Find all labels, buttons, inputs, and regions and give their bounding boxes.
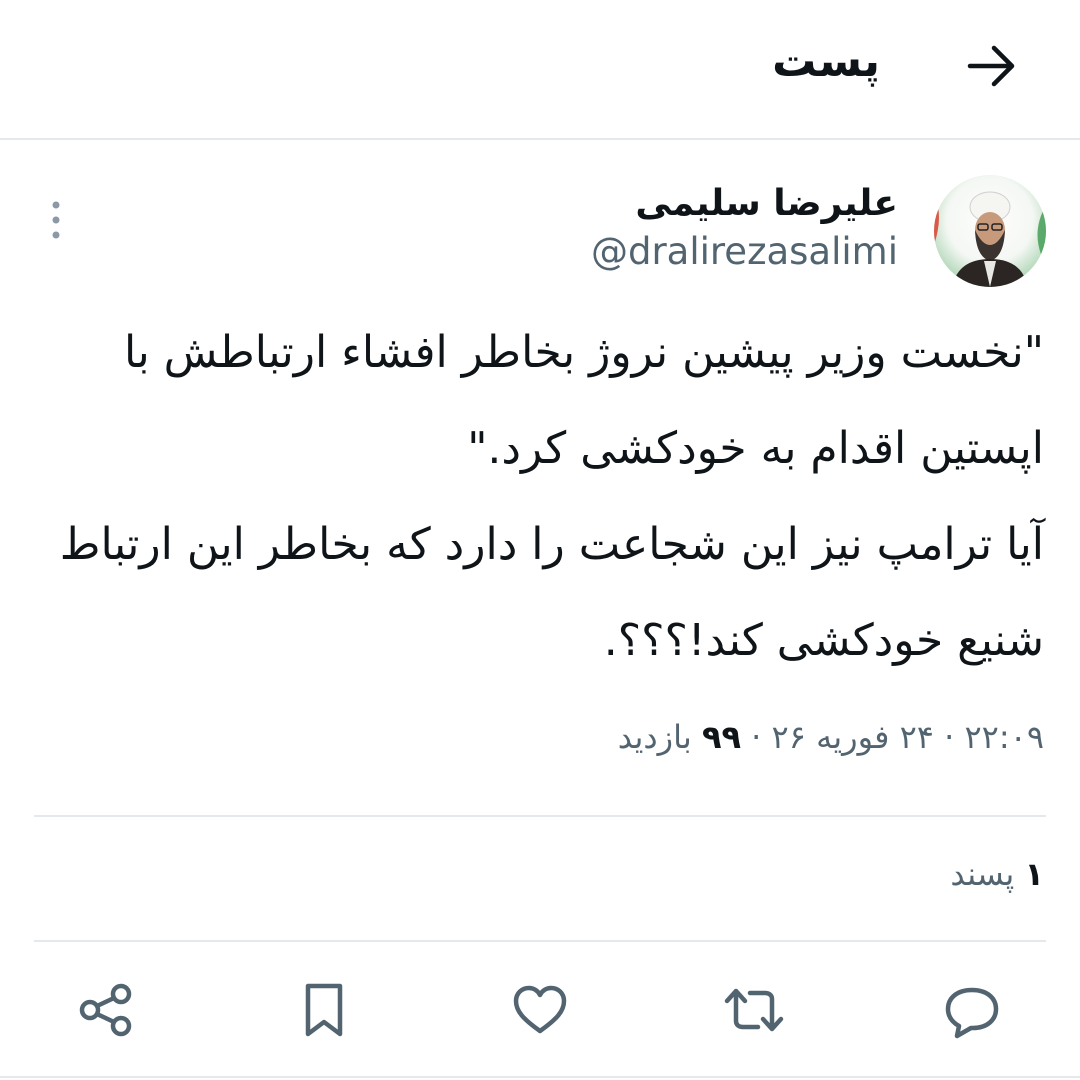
share-button[interactable] xyxy=(74,975,138,1045)
post-detail-page: پست علیرضا سلیمی @dralirezasalimi "نخست … xyxy=(0,0,1080,1080)
comment-icon xyxy=(945,987,999,1039)
views-label: بازدید xyxy=(617,718,692,756)
arrow-right-icon xyxy=(967,45,1015,87)
avatar[interactable] xyxy=(934,175,1046,287)
likes-summary[interactable]: ۱ پسند xyxy=(950,855,1044,893)
post-line: شنیع خودکشی کند!؟؟؟. xyxy=(603,615,1044,666)
author-name[interactable]: علیرضا سلیمی xyxy=(635,183,898,224)
meta-separator: · xyxy=(751,718,762,756)
likes-count: ۱ xyxy=(1024,855,1044,893)
post-time[interactable]: ۲۲:۰۹ xyxy=(964,718,1044,756)
post-text: "نخست وزیر پیشین نروژ بخاطر افشاء ارتباط… xyxy=(44,305,1044,689)
bookmark-button[interactable] xyxy=(292,975,356,1045)
divider xyxy=(34,940,1046,942)
heart-icon xyxy=(513,985,567,1034)
post-date[interactable]: ۲۴ فوریه ۲۶ xyxy=(772,718,934,756)
post-line: "نخست وزیر پیشین نروژ بخاطر افشاء ارتباط… xyxy=(124,327,1044,378)
post-line: آیا ترامپ نیز این شجاعت را دارد که بخاطر… xyxy=(59,519,1044,570)
top-bar: پست xyxy=(0,0,1080,140)
more-options-button[interactable] xyxy=(44,196,68,244)
likes-label: پسند xyxy=(950,855,1015,893)
share-icon xyxy=(79,983,132,1037)
reply-button[interactable] xyxy=(940,975,1004,1045)
divider xyxy=(34,815,1046,817)
bottom-divider xyxy=(0,1076,1080,1078)
post-line: اپستین اقدام به خودکشی کرد." xyxy=(467,423,1044,474)
repost-button[interactable] xyxy=(722,975,786,1045)
meta-separator: · xyxy=(944,718,955,756)
page-title: پست xyxy=(772,36,880,87)
views-count: ۹۹ xyxy=(701,718,741,756)
author-handle[interactable]: @dralirezasalimi xyxy=(591,230,898,273)
action-bar xyxy=(0,975,1080,1055)
more-vertical-icon xyxy=(52,201,60,239)
repost-icon xyxy=(724,988,784,1032)
post-meta: ۲۲:۰۹ · ۲۴ فوریه ۲۶ · ۹۹ بازدید xyxy=(618,718,1044,756)
like-button[interactable] xyxy=(508,975,572,1045)
back-button[interactable] xyxy=(964,38,1020,94)
bookmark-icon xyxy=(305,983,343,1037)
